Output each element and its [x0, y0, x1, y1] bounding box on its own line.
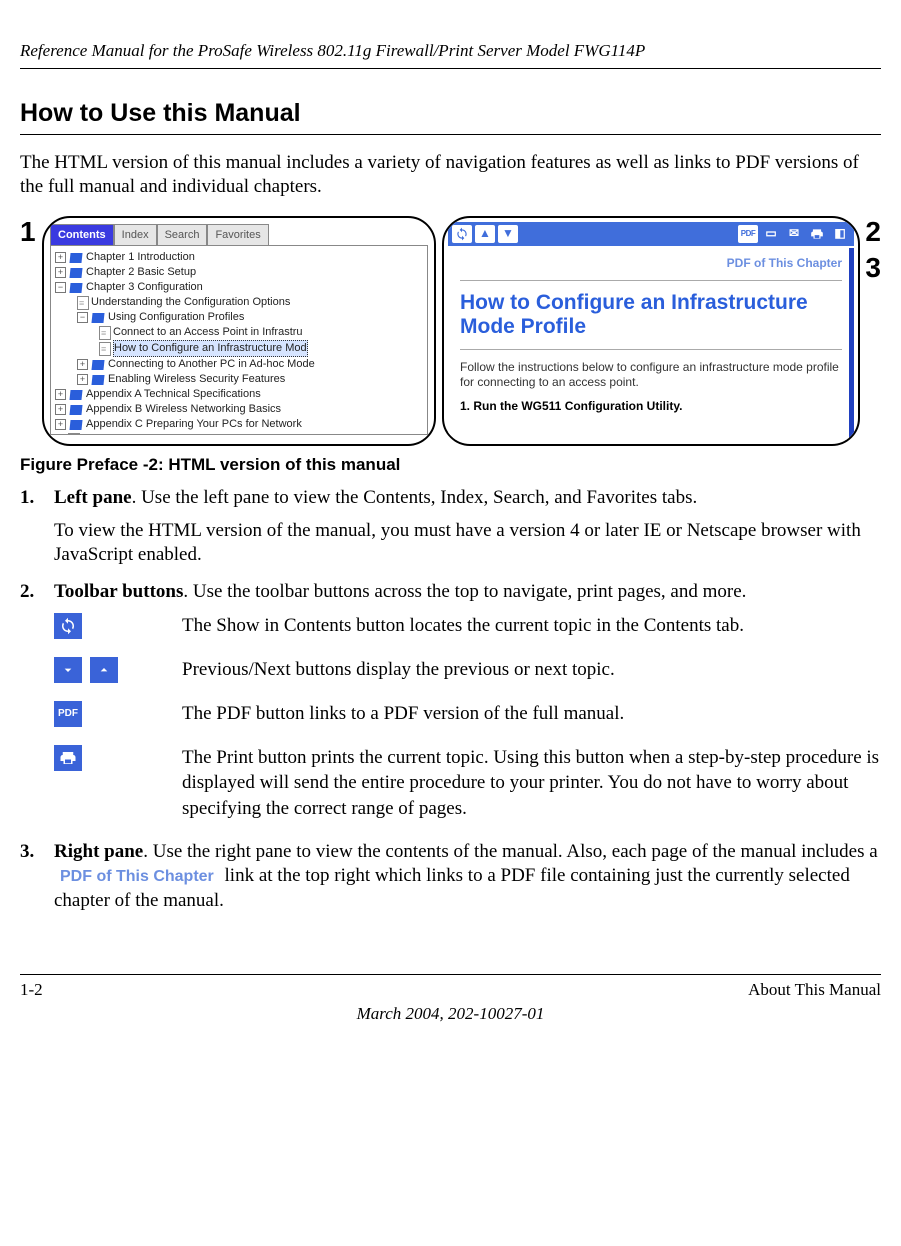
item-number: 1. [20, 486, 44, 511]
book-icon [91, 313, 104, 323]
up-arrow-icon[interactable]: ▲ [475, 225, 495, 243]
tab-index[interactable]: Index [114, 224, 157, 245]
item-number: 3. [20, 840, 44, 914]
pdf-icon: PDF [54, 701, 82, 727]
chapter-title: How to Configure an Infrastructure Mode … [460, 291, 842, 339]
pdf-of-this-chapter-inline-link[interactable]: PDF of This Chapter [54, 868, 220, 885]
callout-3: 3 [865, 250, 881, 286]
figure-preface-2: 1 2 3 Contents Index Search Favorites +C… [20, 210, 881, 450]
button-desc-prevnext: Previous/Next buttons display the previo… [182, 657, 881, 683]
tree-node[interactable]: Connect to an Access Point in Infrastru [55, 325, 427, 340]
button-row-sync: The Show in Contents button locates the … [54, 613, 881, 639]
item-3-title: Right pane [54, 841, 143, 862]
book-icon [69, 405, 82, 415]
tree-node[interactable]: +Appendix B Wireless Networking Basics [55, 402, 427, 417]
window-icon[interactable]: ◧ [830, 225, 850, 243]
button-row-print: The Print button prints the current topi… [54, 745, 881, 822]
book-icon [69, 390, 82, 400]
button-desc-pdf: The PDF button links to a PDF version of… [182, 701, 881, 727]
tree-node[interactable]: +Chapter 2 Basic Setup [55, 265, 427, 280]
toolbar-buttons-table: The Show in Contents button locates the … [54, 613, 881, 822]
footer-date: March 2004, 202-10027-01 [20, 1003, 881, 1025]
scrollbar[interactable] [849, 248, 854, 440]
item-2-text: . Use the toolbar buttons across the top… [183, 581, 746, 602]
chapter-body: Follow the instructions below to configu… [460, 360, 842, 391]
tree-node[interactable]: +Appendix C Preparing Your PCs for Netwo… [55, 417, 427, 432]
pdf-icon[interactable]: PDF [738, 225, 758, 243]
pdf-of-this-chapter-link[interactable]: PDF of This Chapter [460, 256, 842, 272]
tree-node[interactable]: +Chapter 1 Introduction [55, 250, 427, 265]
tab-search[interactable]: Search [157, 224, 208, 245]
item-1-text: . Use the left pane to view the Contents… [132, 487, 698, 508]
button-desc-sync: The Show in Contents button locates the … [182, 613, 881, 639]
list-item-1: 1. Left pane. Use the left pane to view … [20, 486, 881, 511]
callout-1: 1 [20, 214, 36, 250]
print-icon [54, 745, 82, 771]
item-1-subpara: To view the HTML version of the manual, … [54, 519, 881, 568]
tree-node[interactable]: Understanding the Configuration Options [55, 295, 427, 310]
callout-2: 2 [865, 214, 881, 250]
tree-node-selected[interactable]: How to Configure an Infrastructure Mod [55, 340, 427, 357]
sync-toc-icon[interactable] [452, 225, 472, 243]
book-icon [69, 253, 82, 263]
up-arrow-icon [90, 657, 118, 683]
list-item-2: 2. Toolbar buttons. Use the toolbar butt… [20, 580, 881, 605]
down-arrow-icon[interactable]: ▼ [498, 225, 518, 243]
footer-section: About This Manual [748, 979, 881, 1001]
book-icon [91, 360, 104, 370]
print-icon[interactable] [807, 225, 827, 243]
page-icon [99, 342, 111, 356]
right-pane-screenshot: ▲ ▼ PDF ▭ ✉ ◧ PDF of This Chapter How to… [442, 216, 860, 446]
running-header: Reference Manual for the ProSafe Wireles… [20, 40, 881, 69]
content-toolbar: ▲ ▼ PDF ▭ ✉ ◧ [448, 222, 854, 246]
list-item-3: 3. Right pane. Use the right pane to vie… [20, 840, 881, 914]
bookmark-icon[interactable]: ▭ [761, 225, 781, 243]
book-icon [69, 283, 82, 293]
page-icon [68, 433, 80, 436]
left-pane-screenshot: Contents Index Search Favorites +Chapter… [42, 216, 436, 446]
chapter-step-1: 1. Run the WG511 Configuration Utility. [460, 399, 842, 415]
button-row-prevnext: Previous/Next buttons display the previo… [54, 657, 881, 683]
page-number: 1-2 [20, 979, 43, 1001]
tab-contents[interactable]: Contents [50, 224, 114, 245]
book-icon [69, 268, 82, 278]
help-tabs: Contents Index Search Favorites [50, 224, 428, 245]
intro-paragraph: The HTML version of this manual includes… [20, 151, 881, 200]
item-1-title: Left pane [54, 487, 132, 508]
page-icon [77, 296, 89, 310]
email-icon[interactable]: ✉ [784, 225, 804, 243]
tree-node[interactable]: −Using Configuration Profiles [55, 310, 427, 325]
book-icon [69, 420, 82, 430]
tree-node[interactable]: +Appendix A Technical Specifications [55, 387, 427, 402]
item-2-title: Toolbar buttons [54, 581, 183, 602]
item-3-text-a: . Use the right pane to view the content… [143, 841, 877, 862]
page-footer: 1-2 About This Manual [20, 974, 881, 1001]
book-icon [91, 375, 104, 385]
contents-tree: +Chapter 1 Introduction +Chapter 2 Basic… [50, 245, 428, 435]
sync-toc-icon [54, 613, 82, 639]
button-row-pdf: PDF The PDF button links to a PDF versio… [54, 701, 881, 727]
tab-favorites[interactable]: Favorites [207, 224, 268, 245]
figure-caption: Figure Preface -2: HTML version of this … [20, 454, 881, 476]
page-icon [99, 326, 111, 340]
button-desc-print: The Print button prints the current topi… [182, 745, 881, 822]
tree-node[interactable]: +Enabling Wireless Security Features [55, 372, 427, 387]
tree-node[interactable]: Glossary [55, 432, 427, 435]
item-number: 2. [20, 580, 44, 605]
down-arrow-icon [54, 657, 82, 683]
tree-node[interactable]: +Connecting to Another PC in Ad-hoc Mode [55, 357, 427, 372]
tree-node[interactable]: −Chapter 3 Configuration [55, 280, 427, 295]
section-heading: How to Use this Manual [20, 97, 881, 135]
